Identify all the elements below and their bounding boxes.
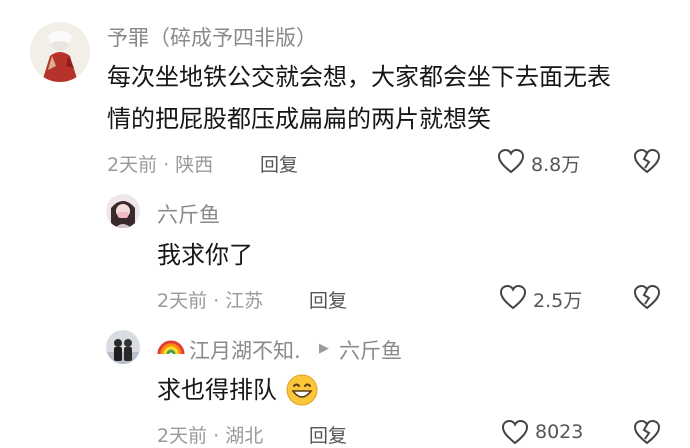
username[interactable]: 江月湖不知. [189,335,301,365]
dislike-broken-heart-icon[interactable] [633,148,661,174]
reply-to-username[interactable]: 六斤鱼 [339,335,402,365]
username[interactable]: 予罪（碎成予四非版） [107,22,317,52]
reply-button[interactable]: 回复 [309,421,347,448]
rainbow-icon [157,334,185,356]
reply-button[interactable]: 回复 [260,150,298,177]
grin-emoji-icon [285,373,319,407]
reply-arrow-icon: ▶ [319,341,329,356]
like-heart-icon[interactable] [501,419,529,445]
comment-text-line: 每次坐地铁公交就会想，大家都会坐下去面无表 [107,63,611,91]
comment-text: 求也得排队 [157,376,277,404]
reply-button[interactable]: 回复 [309,286,347,313]
avatar[interactable] [106,330,140,364]
like-count: 8.8万 [531,154,581,176]
username[interactable]: 六斤鱼 [157,199,220,229]
comment-meta: 2天前 · 江苏 [157,290,264,312]
avatar[interactable] [30,22,90,82]
like-count: 2.5万 [533,290,583,312]
comment-meta: 2天前 · 陕西 [107,154,214,176]
comment-meta: 2天前 · 湖北 [157,425,264,447]
comment-text-line: 情的把屁股都压成扁扁的两片就想笑 [107,105,491,133]
like-heart-icon[interactable] [499,284,527,310]
dislike-broken-heart-icon[interactable] [633,284,661,310]
like-heart-icon[interactable] [497,148,525,174]
comment-text: 我求你了 [157,241,253,269]
like-count: 8023 [535,421,584,443]
avatar[interactable] [106,194,140,228]
dislike-broken-heart-icon[interactable] [633,419,661,445]
